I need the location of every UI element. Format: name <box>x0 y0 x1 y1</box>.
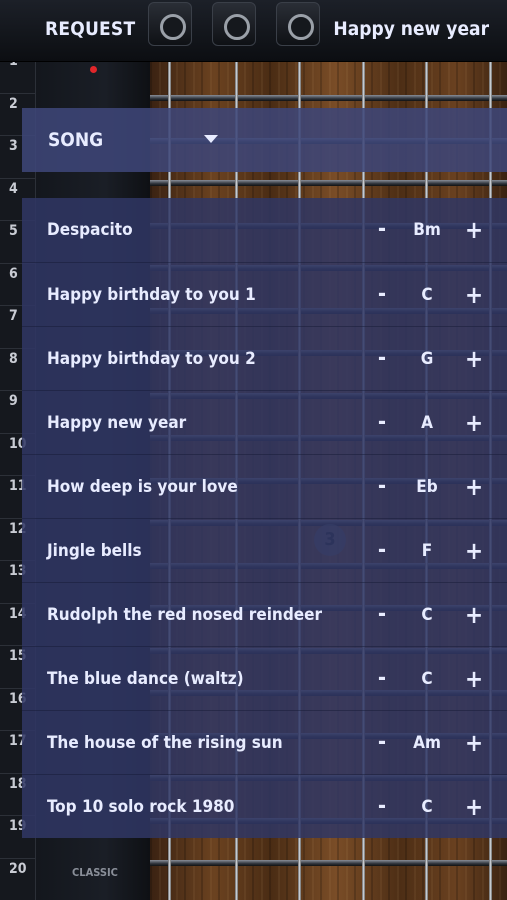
song-title[interactable]: Rudolph the red nosed reindeer <box>47 583 322 647</box>
fret-line <box>150 180 507 186</box>
key-up-button[interactable]: + <box>462 663 486 695</box>
song-title[interactable]: Despacito <box>47 198 133 262</box>
song-key: Bm <box>413 220 441 240</box>
key-down-button[interactable]: - <box>372 407 392 439</box>
song-key: C <box>421 797 433 817</box>
style-label: CLASSIC <box>72 866 118 879</box>
song-key: C <box>421 285 433 305</box>
song-title[interactable]: The house of the rising sun <box>47 711 283 775</box>
current-song-title: Happy new year <box>333 18 489 40</box>
song-key: F <box>421 541 433 561</box>
key-down-button[interactable]: - <box>372 599 392 631</box>
tuning-peg-icon[interactable] <box>276 2 320 46</box>
song-title[interactable]: Happy new year <box>47 391 186 455</box>
key-down-button[interactable]: - <box>372 214 392 246</box>
key-up-button[interactable]: + <box>462 599 486 631</box>
song-row[interactable]: Happy birthday to you 2 - G + <box>22 326 507 390</box>
song-key: C <box>421 669 433 689</box>
song-title[interactable]: Top 10 solo rock 1980 <box>47 775 234 839</box>
key-down-button[interactable]: - <box>372 343 392 375</box>
indicator-light <box>90 66 97 73</box>
chevron-down-icon <box>204 135 218 143</box>
song-row[interactable]: Despacito - Bm + <box>22 198 507 262</box>
song-title[interactable]: Happy birthday to you 1 <box>47 263 256 327</box>
song-row[interactable]: How deep is your love - Eb + <box>22 454 507 518</box>
song-row[interactable]: Rudolph the red nosed reindeer - C + <box>22 582 507 646</box>
key-up-button[interactable]: + <box>462 279 486 311</box>
song-title[interactable]: How deep is your love <box>47 455 238 519</box>
fret-number: 20 <box>0 857 36 900</box>
song-title[interactable]: The blue dance (waltz) <box>47 647 244 711</box>
key-down-button[interactable]: - <box>372 471 392 503</box>
fret-line <box>150 95 507 101</box>
fret-line <box>150 860 507 866</box>
key-down-button[interactable]: - <box>372 727 392 759</box>
song-title[interactable]: Jingle bells <box>47 519 142 583</box>
tuning-peg-icon[interactable] <box>212 2 256 46</box>
request-tab[interactable]: REQUEST <box>45 18 135 40</box>
key-down-button[interactable]: - <box>372 663 392 695</box>
song-key: A <box>421 413 433 433</box>
tuning-peg-icon[interactable] <box>148 2 192 46</box>
key-down-button[interactable]: - <box>372 535 392 567</box>
song-row[interactable]: Happy new year - A + <box>22 390 507 454</box>
key-up-button[interactable]: + <box>462 471 486 503</box>
song-row[interactable]: The blue dance (waltz) - C + <box>22 646 507 710</box>
song-dropdown-label: SONG <box>48 129 104 151</box>
song-key: Eb <box>416 477 438 497</box>
song-list: Despacito - Bm + Happy birthday to you 1- C + H… <box>22 198 507 838</box>
song-key: Am <box>413 733 441 753</box>
key-up-button[interactable]: + <box>462 791 486 823</box>
key-down-button[interactable]: - <box>372 791 392 823</box>
song-key: G <box>420 349 434 369</box>
song-row[interactable]: Top 10 solo rock 1980 - C + <box>22 774 507 838</box>
key-up-button[interactable]: + <box>462 214 486 246</box>
song-title[interactable]: Happy birthday to you 2 <box>47 327 256 391</box>
key-down-button[interactable]: - <box>372 279 392 311</box>
key-up-button[interactable]: + <box>462 407 486 439</box>
key-up-button[interactable]: + <box>462 727 486 759</box>
key-up-button[interactable]: + <box>462 343 486 375</box>
song-key: C <box>421 605 433 625</box>
song-row[interactable]: Happy birthday to you 1 - C + <box>22 262 507 326</box>
key-up-button[interactable]: + <box>462 535 486 567</box>
song-row[interactable]: Jingle bells - F + <box>22 518 507 582</box>
song-dropdown[interactable]: SONG <box>22 108 507 172</box>
song-row[interactable]: The house of the rising sun - Am + <box>22 710 507 774</box>
